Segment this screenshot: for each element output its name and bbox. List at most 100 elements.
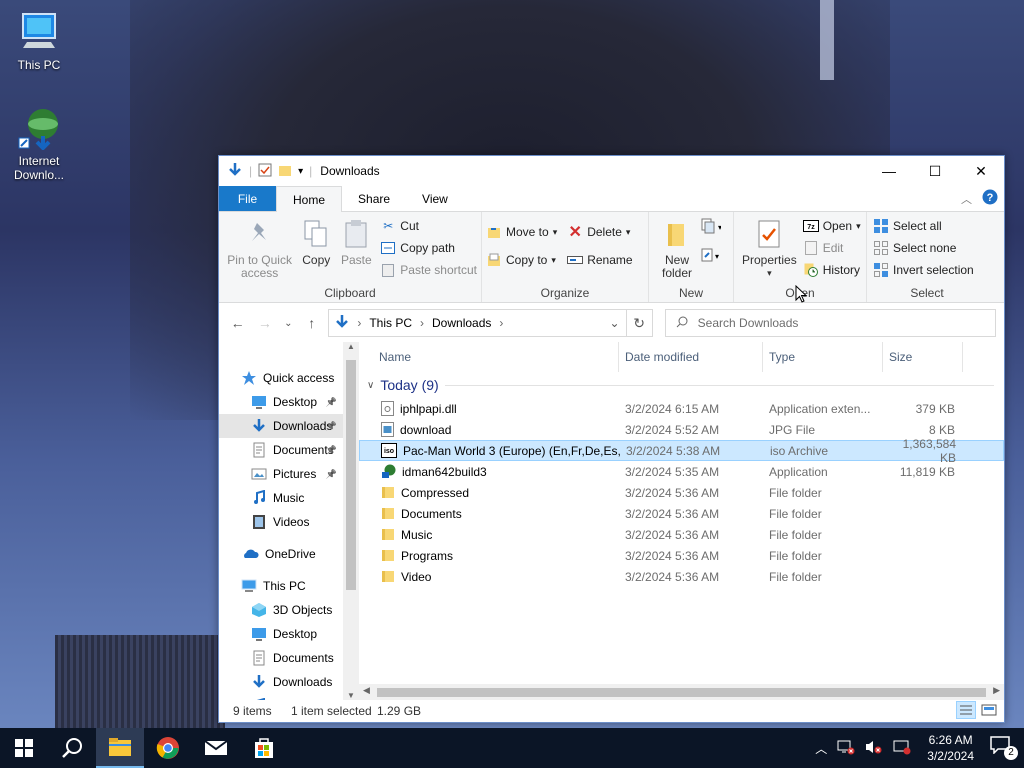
nav-item-this-pc[interactable]: This PC — [219, 574, 343, 598]
nav-item-desktop[interactable]: Desktop 📌 — [219, 390, 343, 414]
copy-button[interactable]: Copy — [296, 216, 336, 284]
open-button[interactable]: 7z Open ▾ — [802, 218, 861, 234]
mail-taskbar-button[interactable] — [192, 728, 240, 768]
large-icons-view-icon[interactable] — [980, 701, 998, 722]
nav-item-label: 3D Objects — [273, 603, 333, 617]
rename-icon — [567, 252, 584, 268]
address-bar[interactable]: › This PC › Downloads › ⌄ — [328, 309, 627, 337]
nav-item-documents[interactable]: Documents — [219, 646, 343, 670]
copy-path-button[interactable]: Copy path — [380, 240, 477, 256]
store-taskbar-button[interactable] — [240, 728, 288, 768]
easy-access-icon[interactable]: ▾ — [701, 247, 721, 266]
scroll-left-icon[interactable]: ◀ — [363, 685, 370, 696]
horizontal-scrollbar[interactable]: ◀ ▶ — [359, 684, 1004, 700]
column-size[interactable]: Size — [883, 342, 963, 372]
minimize-button[interactable]: — — [866, 156, 912, 186]
scroll-right-icon[interactable]: ▶ — [993, 685, 1000, 696]
desktop-icon-internet-download-manager[interactable]: Internet Downlo... — [4, 106, 74, 182]
file-explorer-taskbar-button[interactable] — [96, 728, 144, 768]
recent-locations-icon[interactable]: ⌄ — [282, 318, 296, 329]
close-button[interactable]: ✕ — [958, 156, 1004, 186]
new-item-icon[interactable]: ▾ — [701, 218, 722, 237]
clock[interactable]: 6:26 AM 3/2/2024 — [921, 732, 980, 764]
file-row[interactable]: idman642build3 3/2/2024 5:35 AM Applicatio… — [359, 461, 1004, 482]
file-row[interactable]: Documents 3/2/2024 5:36 AM File folder — [359, 503, 1004, 524]
nav-item-desktop[interactable]: Desktop — [219, 622, 343, 646]
select-all-button[interactable]: Select all — [873, 218, 974, 234]
nav-item-downloads[interactable]: Downloads — [219, 670, 343, 694]
nav-item-downloads[interactable]: Downloads 📌 — [219, 414, 343, 438]
back-arrow-icon[interactable]: ← — [227, 315, 248, 331]
scrollbar-thumb[interactable] — [377, 688, 986, 697]
display-icon[interactable] — [893, 739, 911, 758]
invert-selection-button[interactable]: Invert selection — [873, 262, 974, 278]
nav-item-videos[interactable]: Videos — [219, 510, 343, 534]
rename-button[interactable]: Rename — [567, 252, 633, 268]
breadcrumb-this-pc[interactable]: This PC — [369, 316, 412, 330]
properties-icon[interactable] — [258, 163, 272, 180]
scrollbar-thumb[interactable] — [346, 360, 356, 590]
collapse-ribbon-icon[interactable]: ︿ — [961, 191, 972, 207]
nav-item-onedrive[interactable]: OneDrive — [219, 542, 343, 566]
file-row[interactable]: Video 3/2/2024 5:36 AM File folder — [359, 566, 1004, 587]
new-folder-button[interactable]: New folder — [653, 216, 701, 284]
paste-button[interactable]: Paste — [336, 216, 376, 284]
search-taskbar-button[interactable] — [48, 728, 96, 768]
address-dropdown-icon[interactable]: ⌄ — [609, 316, 619, 330]
paste-shortcut-button[interactable]: Paste shortcut — [380, 262, 477, 278]
tab-file[interactable]: File — [219, 186, 276, 211]
nav-item-quick-access[interactable]: Quick access — [219, 366, 343, 390]
file-row[interactable]: Programs 3/2/2024 5:36 AM File folder — [359, 545, 1004, 566]
pin-quick-access-button[interactable]: Pin to Quick access — [223, 216, 296, 284]
new-folder-icon[interactable] — [278, 163, 292, 180]
file-date: 3/2/2024 5:36 AM — [625, 569, 720, 584]
refresh-button[interactable]: ↻ — [625, 309, 653, 337]
tab-home[interactable]: Home — [276, 186, 343, 212]
scroll-down-icon[interactable]: ▼ — [343, 691, 359, 700]
maximize-button[interactable]: ☐ — [912, 156, 958, 186]
nav-item-documents[interactable]: Documents 📌 — [219, 438, 343, 462]
file-name: iphlpapi.dll — [400, 401, 457, 416]
navigation-scrollbar[interactable]: ▲ ▼ — [343, 342, 359, 700]
delete-button[interactable]: ✕ Delete ▾ — [567, 224, 632, 241]
file-row[interactable]: iphlpapi.dll 3/2/2024 6:15 AM Application … — [359, 398, 1004, 419]
group-header-today[interactable]: ∨ Today (9) — [359, 372, 1004, 398]
column-headers: Name Date modified Type Size — [359, 342, 1004, 372]
nav-item-3d-objects[interactable]: 3D Objects — [219, 598, 343, 622]
history-button[interactable]: History — [803, 262, 861, 278]
file-row[interactable]: Compressed 3/2/2024 5:36 AM File folder — [359, 482, 1004, 503]
select-none-button[interactable]: Select none — [873, 240, 974, 256]
nav-item-pictures[interactable]: Pictures 📌 — [219, 462, 343, 486]
scroll-up-icon[interactable]: ▲ — [343, 342, 359, 356]
show-hidden-icons-icon[interactable]: ︿ — [815, 740, 827, 757]
desktop-icon-this-pc[interactable]: This PC — [4, 10, 74, 72]
properties-button[interactable]: Properties ▾ — [738, 216, 801, 284]
nav-item-music[interactable]: Music — [219, 486, 343, 510]
volume-muted-icon[interactable] — [865, 739, 883, 758]
file-row[interactable]: Music 3/2/2024 5:36 AM File folder — [359, 524, 1004, 545]
action-center-icon[interactable]: 2 — [990, 736, 1018, 760]
file-type: File folder — [769, 548, 822, 563]
breadcrumb-downloads[interactable]: Downloads — [432, 316, 491, 330]
tab-view[interactable]: View — [406, 186, 464, 211]
forward-arrow-icon[interactable]: → — [254, 315, 275, 331]
column-name[interactable]: Name — [359, 342, 619, 372]
search-input[interactable]: Search Downloads — [664, 309, 996, 337]
chrome-taskbar-button[interactable] — [144, 728, 192, 768]
column-type[interactable]: Type — [763, 342, 883, 372]
edit-button[interactable]: Edit — [803, 240, 861, 256]
customize-qat-icon[interactable]: ▾ — [298, 166, 303, 177]
file-row[interactable]: iso Pac-Man World 3 (Europe) (En,Fr,De,Es… — [359, 437, 1004, 465]
tab-share[interactable]: Share — [342, 186, 406, 211]
move-to-button[interactable]: Move to ▾ — [486, 224, 557, 240]
column-date-modified[interactable]: Date modified — [619, 342, 763, 372]
cut-button[interactable]: ✂ Cut — [380, 218, 477, 234]
up-arrow-icon[interactable]: ↑ — [301, 315, 322, 331]
copy-to-button[interactable]: Copy to ▾ — [486, 252, 557, 268]
details-view-icon[interactable] — [956, 700, 976, 722]
start-button[interactable] — [0, 728, 48, 768]
network-disconnected-icon[interactable] — [837, 739, 855, 758]
help-icon[interactable]: ? — [982, 189, 998, 208]
breadcrumb-separator: › — [420, 316, 425, 330]
nav-item-label: Desktop — [273, 395, 318, 409]
